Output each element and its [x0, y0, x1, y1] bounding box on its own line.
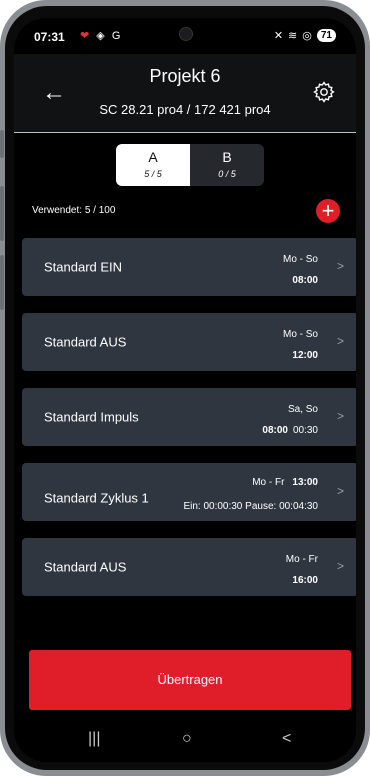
program-time-line: 08:00 00:30: [262, 425, 318, 436]
heart-icon: ❤: [80, 30, 92, 42]
camera-hole: [179, 27, 193, 41]
wifi-icon: ≋: [288, 30, 298, 42]
app-screen: 07:31 ❤ ◈ G ✕ ≋ ◎ 71 ← Projekt 6 SC 28.2…: [14, 18, 356, 762]
program-time: 16:00: [292, 575, 318, 586]
program-item[interactable]: Standard Zyklus 1 Mo - Fr 13:00 Ein: 00:0…: [22, 463, 356, 521]
tab-label: B: [222, 149, 232, 165]
program-days: Mo - So: [282, 329, 318, 340]
side-button: [0, 130, 4, 158]
program-name: Standard EIN: [44, 259, 123, 275]
program-name: Standard Zyklus 1: [44, 490, 149, 506]
home-icon[interactable]: ○: [182, 730, 192, 748]
program-days: Sa, So: [287, 404, 318, 415]
header-divider: [14, 132, 356, 133]
program-days: Mo - Fr: [285, 554, 318, 565]
tab-a[interactable]: A 5 / 5: [116, 144, 190, 186]
side-button: [0, 186, 4, 241]
program-name: Standard AUS: [44, 559, 127, 575]
alarm-icon: ◎: [302, 30, 312, 42]
mute-icon: ✕: [273, 30, 284, 42]
chevron-right-icon: >: [336, 409, 344, 423]
program-duration: 00:30: [292, 425, 318, 436]
tab-label: A: [148, 149, 158, 165]
app-header: ← Projekt 6 SC 28.21 pro4 / 172 421 pro4: [14, 54, 356, 132]
program-item[interactable]: Standard EIN Mo - So 08:00 >: [22, 238, 356, 296]
program-time: 13:00: [292, 477, 318, 488]
chevron-right-icon: >: [336, 559, 344, 573]
tab-count: 5 / 5: [144, 169, 162, 179]
program-list: Standard EIN Mo - So 08:00 > Standard AU…: [22, 238, 356, 613]
program-item[interactable]: Standard AUS Mo - Fr 16:00 >: [22, 538, 356, 596]
recent-apps-icon[interactable]: |||: [88, 730, 100, 748]
status-bar: 07:31 ❤ ◈ G ✕ ≋ ◎ 71: [14, 18, 356, 54]
program-item[interactable]: Standard Impuls Sa, So 08:00 00:30 >: [22, 388, 356, 446]
google-icon: G: [111, 30, 123, 42]
program-time: 12:00: [292, 350, 318, 361]
program-days: Mo - Fr: [252, 477, 285, 488]
back-nav-icon[interactable]: <: [282, 730, 291, 748]
tab-b[interactable]: B 0 / 5: [190, 144, 264, 186]
phone-frame: 07:31 ❤ ◈ G ✕ ≋ ◎ 71 ← Projekt 6 SC 28.2…: [0, 0, 370, 776]
program-cycle-detail: Ein: 00:00:30 Pause: 00:04:30: [183, 501, 318, 512]
gear-icon[interactable]: [312, 80, 336, 104]
program-name: Standard Impuls: [44, 409, 139, 425]
program-item[interactable]: Standard AUS Mo - So 12:00 >: [22, 313, 356, 371]
add-program-button[interactable]: +: [316, 199, 340, 223]
battery-icon: 71: [316, 29, 336, 42]
plus-icon: +: [321, 198, 335, 223]
diamond-icon: ◈: [96, 30, 107, 42]
page-subtitle: SC 28.21 pro4 / 172 421 pro4: [99, 102, 271, 117]
chevron-right-icon: >: [336, 334, 344, 348]
page-title: Projekt 6: [149, 66, 221, 86]
side-button: [0, 255, 4, 310]
chevron-right-icon: >: [336, 484, 344, 498]
program-time: 08:00: [262, 425, 288, 436]
transfer-button[interactable]: Übertragen: [29, 650, 351, 710]
status-system-icons: ✕ ≋ ◎ 71: [274, 29, 336, 42]
system-nav-bar: ||| ○ <: [14, 716, 356, 762]
program-days: Mo - So: [282, 254, 318, 265]
program-name: Standard AUS: [44, 334, 127, 350]
program-time: 08:00: [292, 275, 318, 286]
chevron-right-icon: >: [336, 259, 344, 273]
program-schedule: Mo - Fr 13:00: [252, 477, 318, 488]
status-time: 07:31: [34, 30, 65, 44]
used-counter: Verwendet: 5 / 100: [32, 205, 116, 216]
status-app-icons: ❤ ◈ G: [80, 29, 122, 42]
tab-count: 0 / 5: [218, 169, 236, 179]
